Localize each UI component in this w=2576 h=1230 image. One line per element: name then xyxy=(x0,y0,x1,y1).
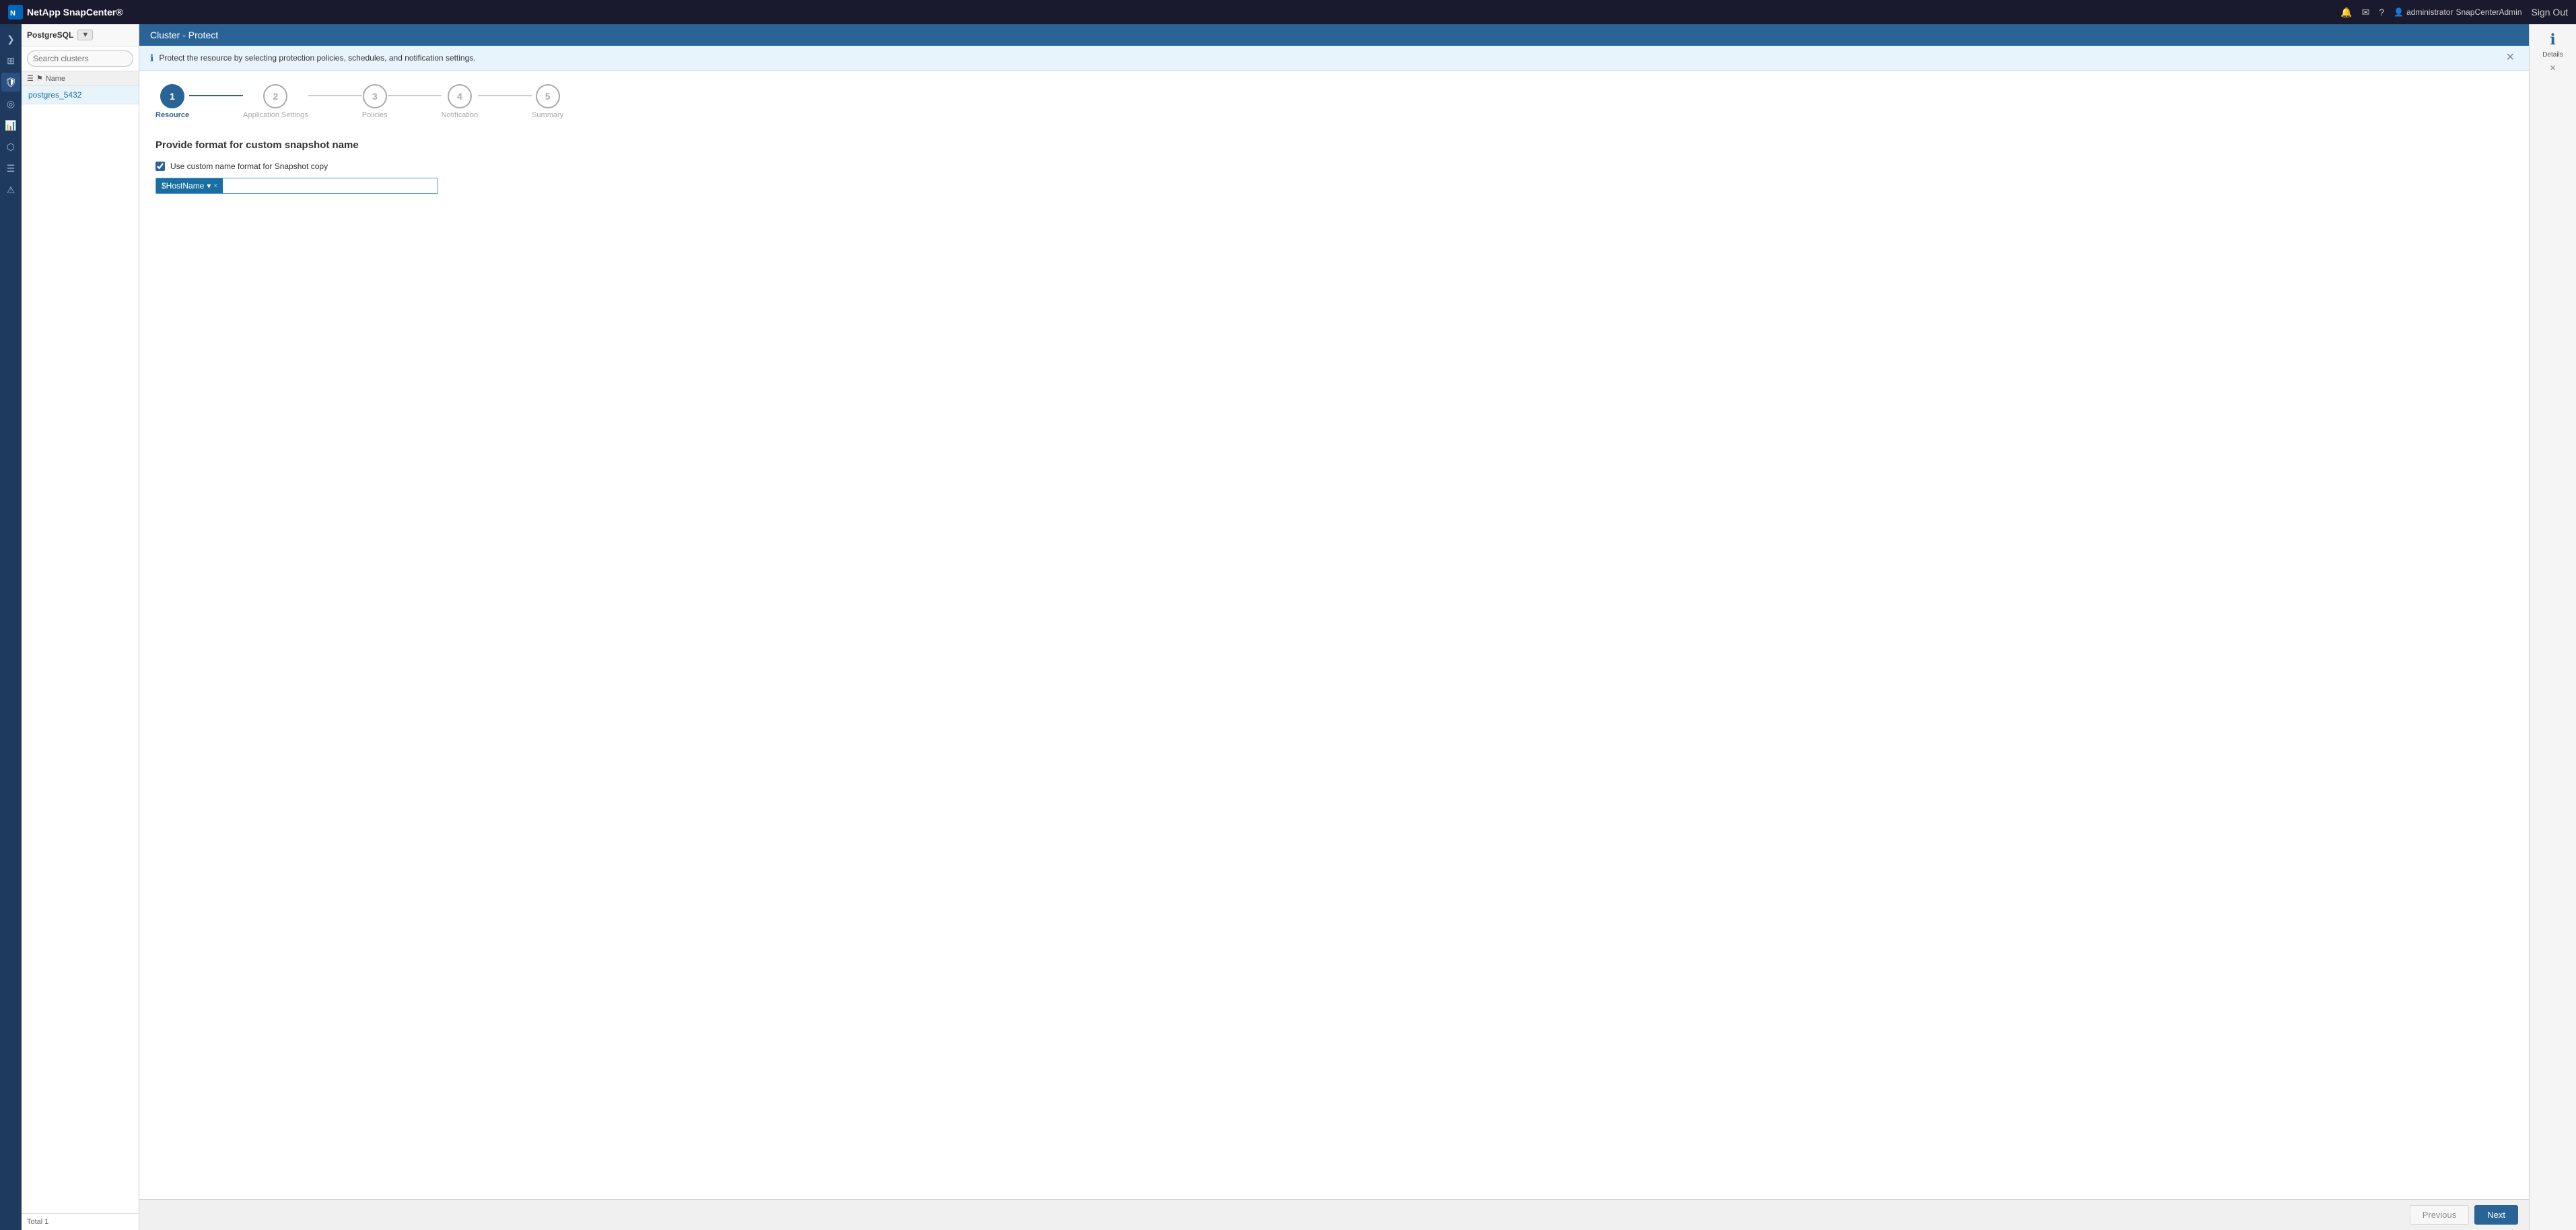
snapshot-tag-dropdown[interactable]: ▾ xyxy=(207,181,211,191)
left-panel: PostgreSQL ▼ ☰ ⚑ Name postgres_5432 Tota… xyxy=(22,24,139,1230)
checkbox-label[interactable]: Use custom name format for Snapshot copy xyxy=(170,162,328,171)
form-section: Provide format for custom snapshot name … xyxy=(155,139,2513,194)
footer-bar: Previous Next xyxy=(139,1199,2529,1230)
app-logo: N NetApp SnapCenter® xyxy=(8,5,123,20)
details-icon: ℹ xyxy=(2550,31,2555,48)
search-box xyxy=(22,46,139,71)
sidebar-item-alerts[interactable]: ⚠ xyxy=(1,180,20,199)
wizard-step-4: 4 Notification xyxy=(442,84,478,119)
netapp-logo-icon: N xyxy=(8,5,23,20)
info-banner: ℹ Protect the resource by selecting prot… xyxy=(139,46,2529,71)
db-label: PostgreSQL xyxy=(27,30,73,40)
wizard-step-2: 2 Application Settings xyxy=(243,84,308,119)
section-title: Provide format for custom snapshot name xyxy=(155,139,2513,151)
step-number-5: 5 xyxy=(545,91,551,102)
db-dropdown-button[interactable]: ▼ xyxy=(77,30,93,40)
snapshot-name-text-input[interactable] xyxy=(223,178,438,193)
col-flag-icon: ⚑ xyxy=(36,74,43,83)
next-button[interactable]: Next xyxy=(2474,1205,2518,1225)
help-icon[interactable]: ? xyxy=(2379,7,2384,18)
sidebar-item-protection[interactable]: 🛡 xyxy=(1,73,20,92)
sidebar-item-reports[interactable]: 📊 xyxy=(1,116,20,135)
sidebar-item-expand[interactable]: ❯ xyxy=(1,30,20,48)
snapshot-hostname-tag[interactable]: $HostName ▾ × xyxy=(156,178,223,193)
page-header: Cluster - Protect xyxy=(139,24,2529,46)
page-title: Cluster - Protect xyxy=(150,30,218,40)
col-name-label: Name xyxy=(46,75,65,83)
wizard-steps: 1 Resource 2 Application Settings 3 xyxy=(155,84,2513,119)
details-label: Details xyxy=(2542,51,2563,59)
cluster-list-header: ☰ ⚑ Name xyxy=(22,71,139,86)
step-connector-4 xyxy=(478,95,532,96)
sidebar-item-settings[interactable]: ☰ xyxy=(1,159,20,178)
app-name: NetApp SnapCenter® xyxy=(27,7,123,18)
wizard-step-5: 5 Summary xyxy=(532,84,563,119)
main-content: Cluster - Protect ℹ Protect the resource… xyxy=(139,24,2529,1230)
snapshot-tag-text: $HostName xyxy=(162,181,204,191)
sidebar-item-hosts[interactable]: ⬡ xyxy=(1,137,20,156)
checkbox-row: Use custom name format for Snapshot copy xyxy=(155,162,2513,171)
mail-icon[interactable]: ✉ xyxy=(2362,7,2370,18)
details-close-button[interactable]: ✕ xyxy=(2546,63,2559,73)
cluster-item[interactable]: postgres_5432 xyxy=(22,86,139,104)
details-panel: ℹ Details ✕ xyxy=(2529,24,2576,1230)
step-circle-3: 3 xyxy=(363,84,387,108)
step-circle-5: 5 xyxy=(536,84,560,108)
top-navbar: N NetApp SnapCenter® 🔔 ✉ ? 👤 administrat… xyxy=(0,0,2576,24)
content-area: 1 Resource 2 Application Settings 3 xyxy=(139,71,2529,1199)
top-nav-right: 🔔 ✉ ? 👤 administrator SnapCenterAdmin Si… xyxy=(2340,7,2568,18)
user-icon: 👤 xyxy=(2394,7,2404,17)
step-label-2: Application Settings xyxy=(243,111,308,119)
bell-icon[interactable]: 🔔 xyxy=(2340,7,2352,18)
step-label-4: Notification xyxy=(442,111,478,119)
step-label-3: Policies xyxy=(362,111,388,119)
previous-button[interactable]: Previous xyxy=(2410,1205,2470,1225)
step-connector-1 xyxy=(189,95,243,96)
user-menu[interactable]: 👤 administrator SnapCenterAdmin xyxy=(2394,7,2521,17)
info-icon: ℹ xyxy=(150,53,153,64)
left-panel-header: PostgreSQL ▼ xyxy=(22,24,139,46)
info-message: Protect the resource by selecting protec… xyxy=(159,53,475,63)
step-connector-3 xyxy=(388,95,442,96)
tenant-label: SnapCenterAdmin xyxy=(2456,7,2521,17)
custom-name-checkbox[interactable] xyxy=(155,162,165,171)
step-number-3: 3 xyxy=(372,91,378,102)
col-list-icon: ☰ xyxy=(27,74,34,83)
step-number-4: 4 xyxy=(457,91,462,102)
snapshot-tag-close[interactable]: × xyxy=(213,182,217,190)
wizard-step-3: 3 Policies xyxy=(362,84,388,119)
step-number-1: 1 xyxy=(170,91,175,102)
wizard-step-1: 1 Resource xyxy=(155,84,189,119)
svg-text:N: N xyxy=(10,9,15,18)
step-connector-2 xyxy=(308,95,362,96)
step-circle-1: 1 xyxy=(160,84,184,108)
step-label-5: Summary xyxy=(532,111,563,119)
banner-close-button[interactable]: ✕ xyxy=(2503,51,2518,65)
step-circle-2: 2 xyxy=(263,84,287,108)
sidebar-icons: ❯ ⊞ 🛡 ◎ 📊 ⬡ ☰ ⚠ xyxy=(0,24,22,1230)
main-layout: ❯ ⊞ 🛡 ◎ 📊 ⬡ ☰ ⚠ PostgreSQL ▼ ☰ ⚑ Name po… xyxy=(0,24,2576,1230)
username-label: administrator xyxy=(2406,7,2453,17)
step-number-2: 2 xyxy=(273,91,279,102)
snapshot-name-input-row: $HostName ▾ × xyxy=(155,178,438,194)
left-panel-footer: Total 1 xyxy=(22,1213,139,1230)
sidebar-item-topology[interactable]: ◎ xyxy=(1,94,20,113)
signout-link[interactable]: Sign Out xyxy=(2532,7,2568,18)
sidebar-item-apps[interactable]: ⊞ xyxy=(1,51,20,70)
top-nav-left: N NetApp SnapCenter® xyxy=(8,5,123,20)
step-label-1: Resource xyxy=(155,111,189,119)
search-input[interactable] xyxy=(27,50,133,67)
step-circle-4: 4 xyxy=(448,84,472,108)
